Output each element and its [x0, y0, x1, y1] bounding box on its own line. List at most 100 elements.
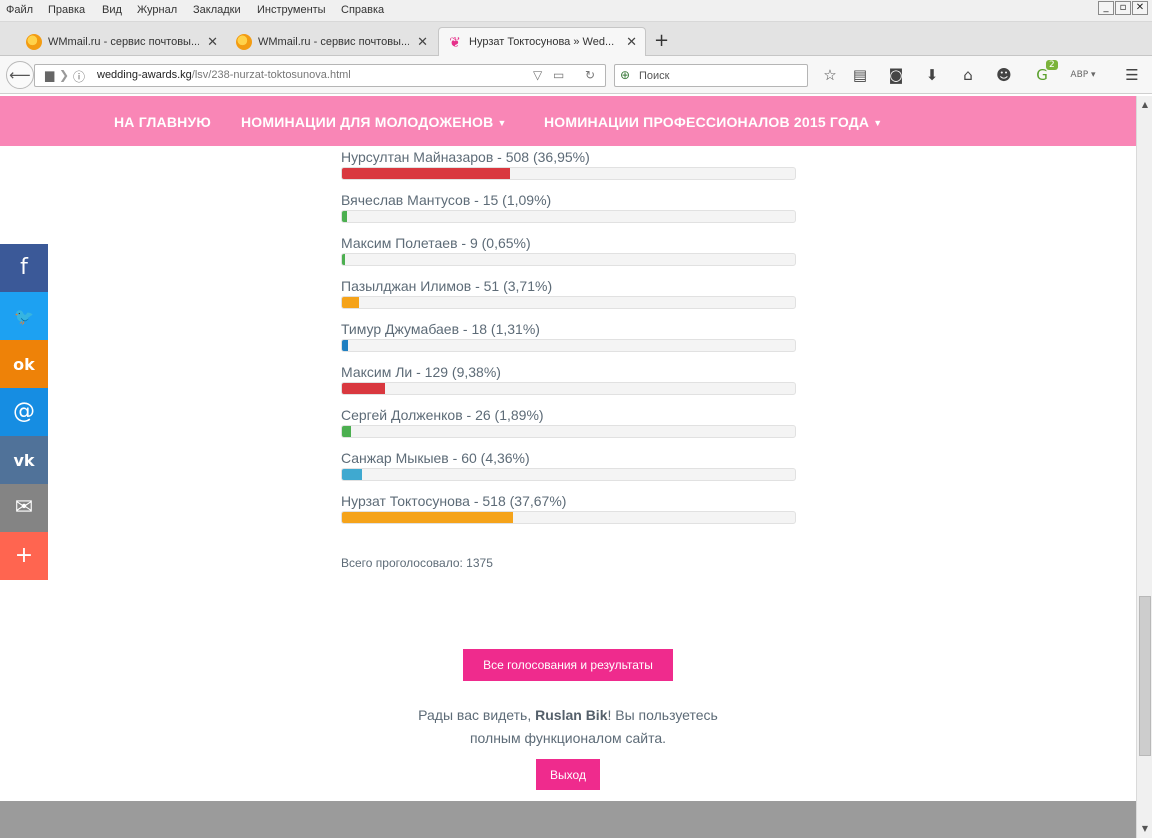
vk-icon: vk: [13, 451, 35, 470]
welcome-prefix: Рады вас видеть,: [418, 707, 536, 723]
nav-home[interactable]: НА ГЛАВНУЮ: [114, 114, 211, 130]
email-icon: ✉: [14, 495, 34, 520]
pocket-icon[interactable]: ◙: [886, 66, 906, 84]
back-arrow-icon: ⟵: [9, 66, 31, 84]
site-header: НА ГЛАВНУЮ НОМИНАЦИИ ДЛЯ МОЛОДОЖЕНОВ ▼ НО…: [0, 96, 1136, 146]
poll-label: Сергей Долженков - 26 (1,89%): [341, 407, 544, 423]
adblock-icon[interactable]: ABP ▾: [1068, 70, 1098, 80]
poll-bar-track: [341, 339, 796, 352]
facebook-icon: f: [20, 255, 28, 280]
poll-bar-fill: [342, 512, 513, 523]
tab-wedding-awards[interactable]: ❦ Нурзат Токтосунова » Wed... ✕: [438, 27, 646, 56]
nav-pro-label: НОМИНАЦИИ ПРОФЕССИОНАЛОВ 2015 ГОДА: [544, 114, 870, 130]
search-bar[interactable]: ⊕ Поиск: [614, 64, 808, 87]
poll-label: Максим Полетаев - 9 (0,65%): [341, 235, 531, 251]
chat-icon[interactable]: ☻: [994, 66, 1014, 84]
username: Ruslan Bik: [535, 707, 608, 723]
reader-view-icon[interactable]: ▭: [553, 68, 564, 82]
poll-bar-track: [341, 382, 796, 395]
poll-total: Всего проголосовало: 1375: [341, 556, 493, 570]
nav-home-label: НА ГЛАВНУЮ: [114, 114, 211, 130]
bookmark-list-icon: ▆: [45, 68, 55, 82]
poll-bar-fill: [342, 340, 348, 351]
nav-pro-nominations[interactable]: НОМИНАЦИИ ПРОФЕССИОНАЛОВ 2015 ГОДА ▼: [544, 114, 882, 130]
tab-wmmail-1[interactable]: WMmail.ru - сервис почтовы... ✕: [18, 27, 226, 56]
poll-bar-fill: [342, 426, 351, 437]
address-bar[interactable]: ▆ ❯ ⓘ wedding-awards.kg/lsv/238-nurzat-t…: [34, 64, 606, 87]
search-engine-icon[interactable]: ⊕: [620, 68, 630, 82]
adblock-label: ABP: [1070, 70, 1089, 80]
close-tab-icon[interactable]: ✕: [626, 34, 637, 50]
poll-label: Нурзат Токтосунова - 518 (37,67%): [341, 493, 567, 509]
close-tab-icon[interactable]: ✕: [207, 34, 218, 50]
close-tab-icon[interactable]: ✕: [417, 34, 428, 50]
wmmail-favicon-icon: [26, 33, 42, 50]
mailru-share-button[interactable]: @: [0, 388, 48, 436]
poll-bar-track: [341, 167, 796, 180]
poll-label: Вячеслав Мантусов - 15 (1,09%): [341, 192, 552, 208]
back-button[interactable]: ⟵: [6, 61, 34, 89]
email-share-button[interactable]: ✉: [0, 484, 48, 532]
tab-wmmail-2[interactable]: WMmail.ru - сервис почтовы... ✕: [228, 27, 436, 56]
bookmark-star-icon[interactable]: ☆: [820, 66, 840, 84]
more-share-share-button[interactable]: +: [0, 532, 48, 580]
scroll-thumb[interactable]: [1139, 596, 1151, 756]
wmmail-favicon-icon: [236, 33, 252, 50]
poll-row: Тимур Джумабаев - 18 (1,31%): [341, 321, 796, 352]
dropdown-arrow-icon[interactable]: ▽: [533, 68, 542, 82]
site-info-icon[interactable]: ⓘ: [73, 68, 85, 85]
home-icon[interactable]: ⌂: [958, 66, 978, 84]
poll-bar-fill: [342, 254, 345, 265]
url-text: wedding-awards.kg/lsv/238-nurzat-toktosu…: [97, 69, 351, 81]
window-controls: _ ▫ ✕: [1098, 1, 1148, 15]
poll-row: Максим Ли - 129 (9,38%): [341, 364, 796, 395]
twitter-icon: 🐦: [14, 307, 34, 326]
hamburger-menu-icon[interactable]: ☰: [1122, 66, 1142, 84]
maximize-button[interactable]: ▫: [1115, 1, 1131, 15]
poll-bar-track: [341, 296, 796, 309]
tab-title: Нурзат Токтосунова » Wed...: [469, 36, 615, 48]
poll-bar-fill: [342, 211, 347, 222]
nav-couples-nominations[interactable]: НОМИНАЦИИ ДЛЯ МОЛОДОЖЕНОВ ▼: [241, 114, 507, 130]
odnoklassniki-share-button[interactable]: ok: [0, 340, 48, 388]
poll-bar-fill: [342, 168, 510, 179]
menu-help[interactable]: Справка: [341, 4, 384, 16]
menu-file[interactable]: Файл: [6, 4, 33, 16]
nav-couples-label: НОМИНАЦИИ ДЛЯ МОЛОДОЖЕНОВ: [241, 114, 494, 130]
more-share-icon: +: [14, 543, 34, 568]
facebook-share-button[interactable]: f: [0, 244, 48, 292]
poll-row: Сергей Долженков - 26 (1,89%): [341, 407, 796, 438]
all-polls-button[interactable]: Все голосования и результаты: [463, 649, 673, 681]
navigation-toolbar: ⟵ ▆ ❯ ⓘ wedding-awards.kg/lsv/238-nurzat…: [0, 56, 1152, 94]
poll-bar-track: [341, 468, 796, 481]
poll-bar-track: [341, 210, 796, 223]
url-path: /lsv/238-nurzat-toktosunova.html: [191, 69, 351, 81]
poll-label: Пазылджан Илимов - 51 (3,71%): [341, 278, 553, 294]
logout-button[interactable]: Выход: [536, 759, 600, 790]
new-tab-button[interactable]: +: [654, 30, 669, 51]
reload-icon[interactable]: ↻: [585, 68, 595, 82]
page-scrollbar[interactable]: ▲ ▼: [1136, 96, 1152, 838]
close-window-button[interactable]: ✕: [1132, 1, 1148, 15]
poll-bar-track: [341, 511, 796, 524]
twitter-share-button[interactable]: 🐦: [0, 292, 48, 340]
mailru-icon: @: [13, 399, 35, 424]
scroll-up-icon[interactable]: ▲: [1138, 98, 1152, 112]
scroll-down-icon[interactable]: ▼: [1138, 822, 1152, 836]
menu-history[interactable]: Журнал: [137, 4, 177, 16]
bookmarks-menu-icon[interactable]: ▤: [850, 66, 870, 84]
poll-row: Нурсултан Майназаров - 508 (36,95%): [341, 149, 796, 180]
poll-label: Максим Ли - 129 (9,38%): [341, 364, 501, 380]
downloads-icon[interactable]: ⬇: [922, 66, 942, 84]
menu-edit[interactable]: Правка: [48, 4, 85, 16]
menu-bar: Файл Правка Вид Журнал Закладки Инструме…: [0, 0, 1152, 22]
menu-view[interactable]: Вид: [102, 4, 122, 16]
vk-share-button[interactable]: vk: [0, 436, 48, 484]
menu-tools[interactable]: Инструменты: [257, 4, 326, 16]
url-host: wedding-awards.kg: [97, 69, 192, 81]
poll-row: Максим Полетаев - 9 (0,65%): [341, 235, 796, 266]
menu-bookmarks[interactable]: Закладки: [193, 4, 241, 16]
minimize-button[interactable]: _: [1098, 1, 1114, 15]
poll-bar-track: [341, 425, 796, 438]
poll-bar-fill: [342, 469, 362, 480]
